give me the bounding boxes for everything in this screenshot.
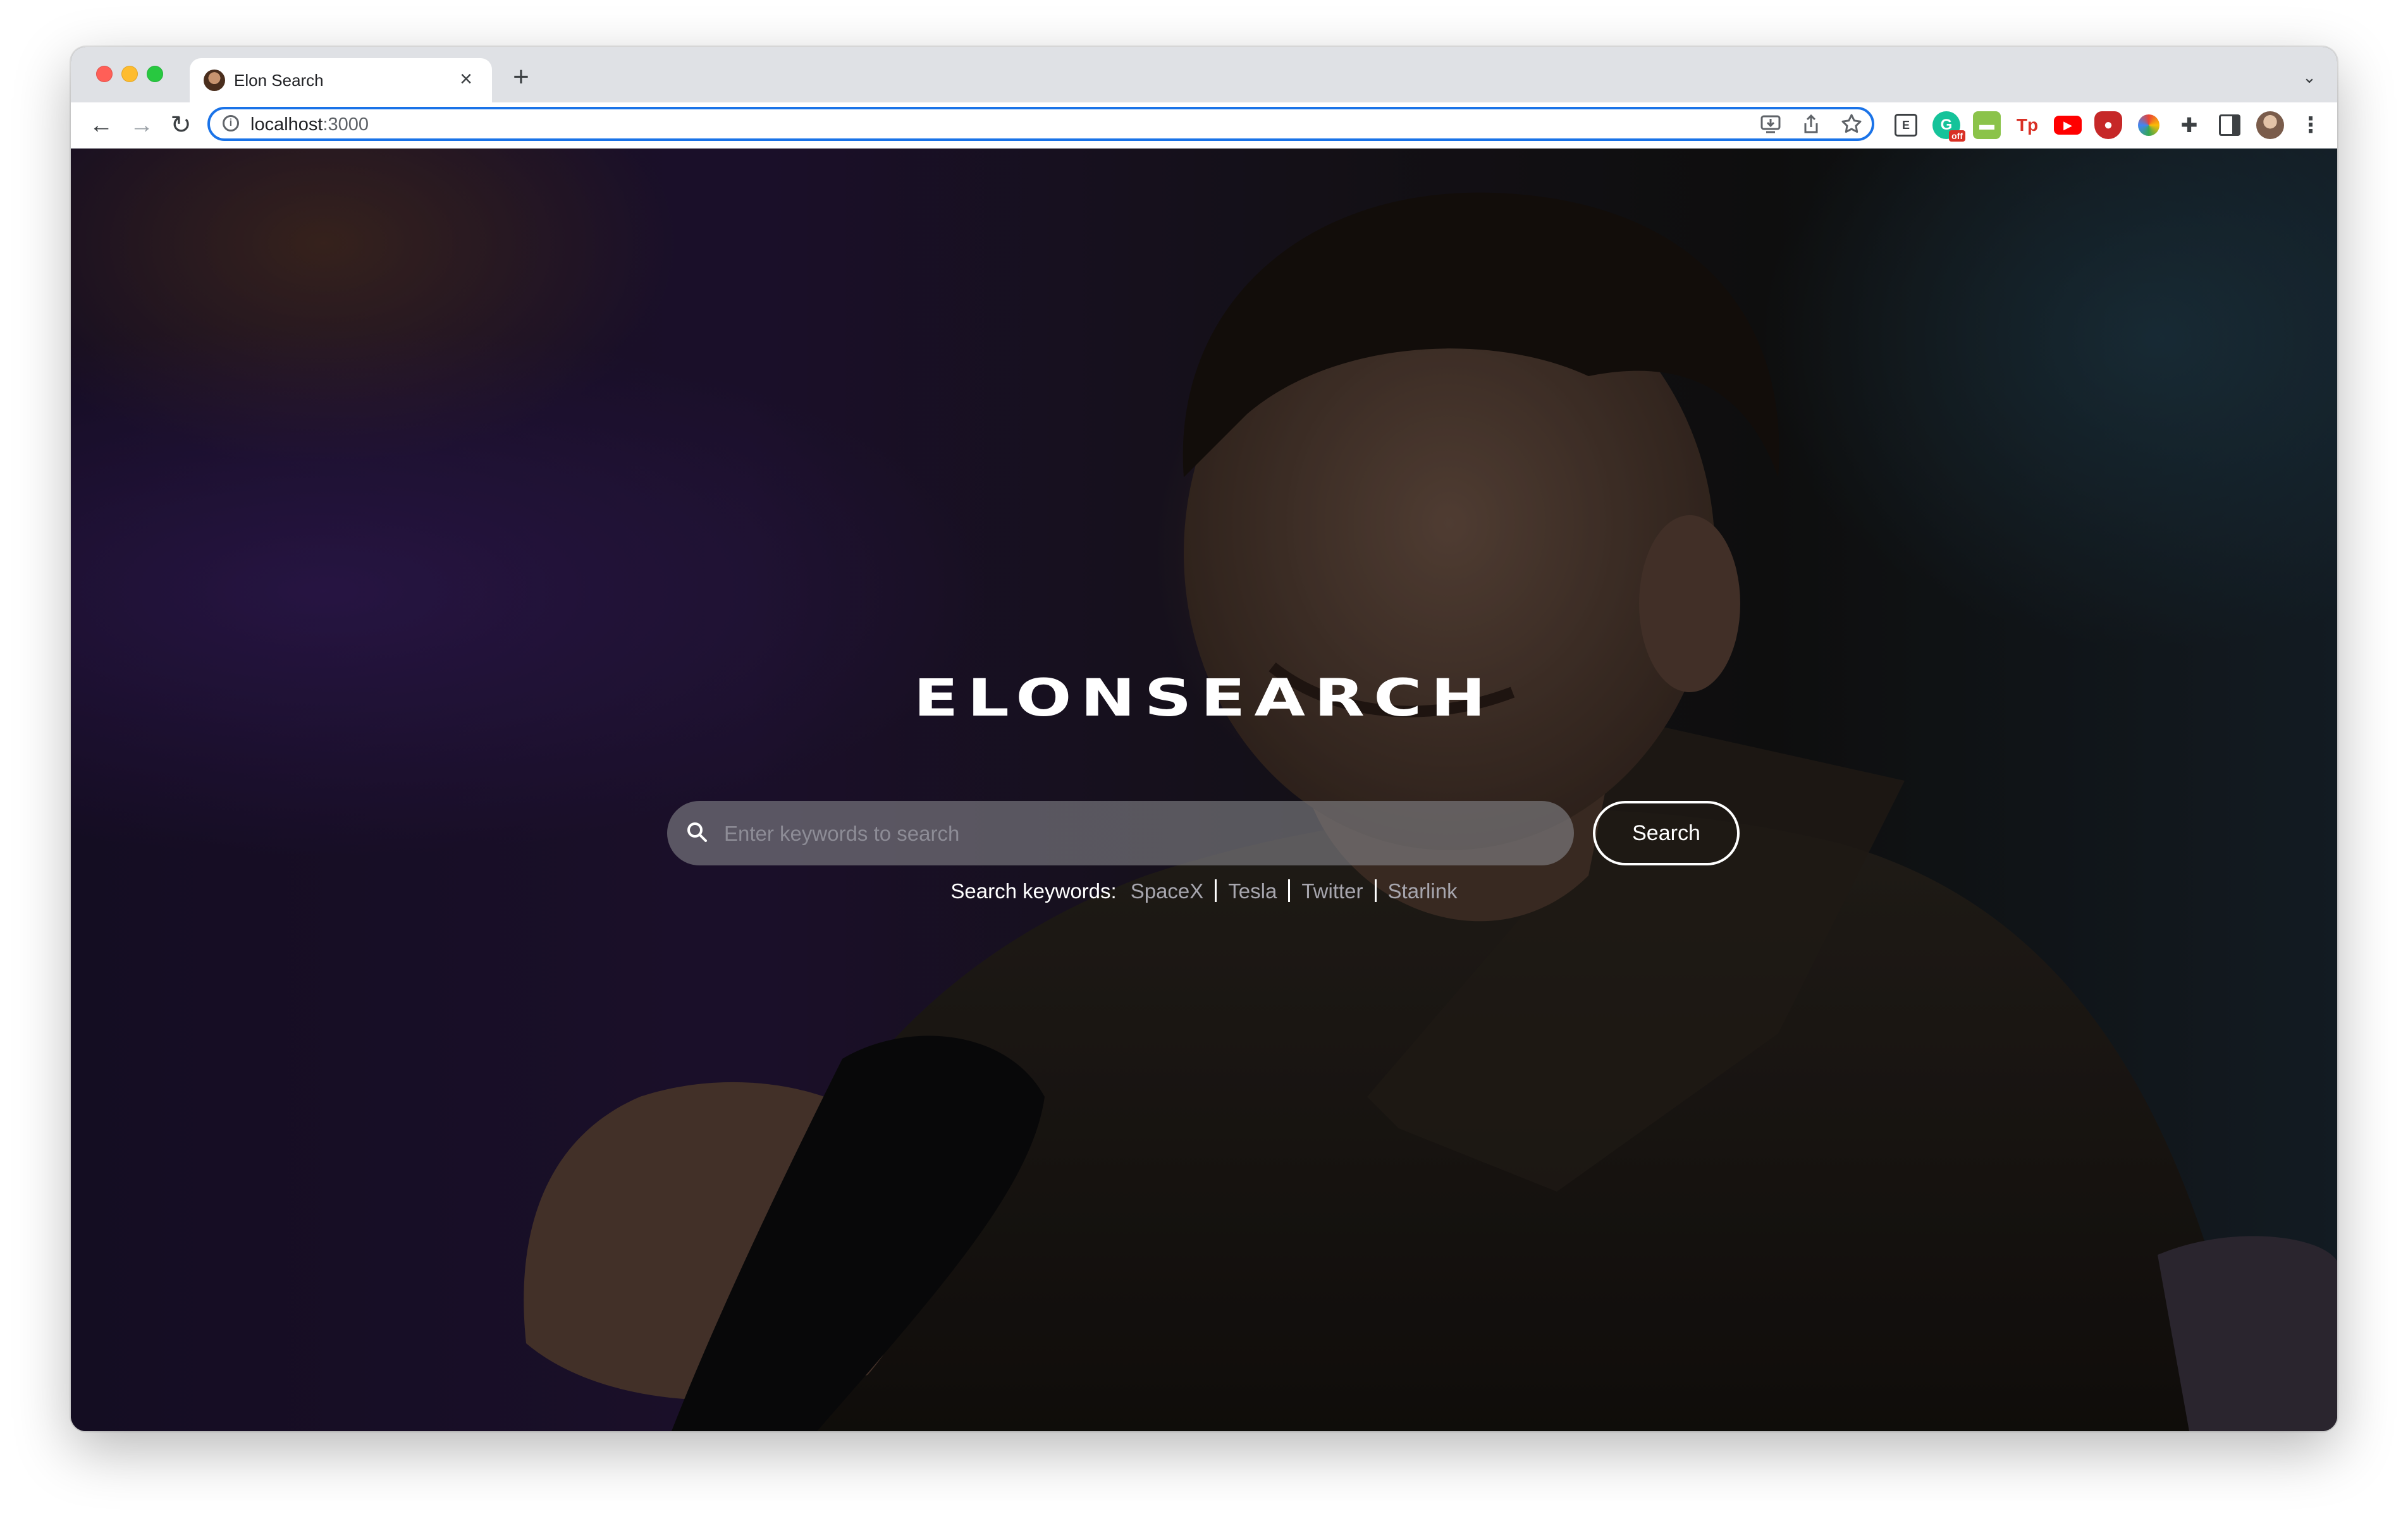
keyword-divider	[1374, 879, 1377, 902]
browser-window: Elon Search × + ⌄ ← → ↻ i localhost:3000	[71, 47, 2337, 1431]
keyword-link-starlink[interactable]: Starlink	[1388, 879, 1458, 903]
search-input[interactable]	[723, 801, 1547, 867]
extension-icons: E Goff ▬ Tp ▶ ● ✚ ⋮	[1892, 111, 2325, 142]
hero-page: ELONSEARCH Search Search keywords: SpaceX…	[71, 149, 2337, 1431]
search-button[interactable]: Search	[1593, 801, 1740, 865]
tp-extension-icon[interactable]: Tp	[2013, 111, 2041, 139]
keyword-divider	[1288, 879, 1291, 902]
search-row: Search	[667, 801, 1742, 867]
keyword-link-twitter[interactable]: Twitter	[1301, 879, 1363, 903]
minimize-window-button[interactable]	[121, 66, 138, 82]
tab-elon-search[interactable]: Elon Search ×	[190, 58, 492, 102]
green-extension-icon[interactable]: ▬	[1973, 111, 2001, 139]
tab-favicon-icon	[204, 70, 225, 91]
profile-avatar[interactable]	[2256, 111, 2284, 139]
bookmark-star-icon[interactable]	[1840, 113, 1863, 136]
search-keywords: Search keywords: SpaceX Tesla Twitter Starli…	[71, 879, 2337, 903]
color-picker-icon[interactable]	[2138, 114, 2159, 136]
menu-icon[interactable]: ⋮	[2297, 111, 2325, 139]
extensions-puzzle-icon[interactable]: ✚	[2175, 111, 2203, 139]
hero-overlay	[71, 149, 2337, 1431]
share-icon[interactable]	[1800, 113, 1822, 136]
search-icon	[687, 822, 707, 842]
side-panel-icon[interactable]	[2219, 114, 2240, 136]
keyword-link-spacex[interactable]: SpaceX	[1131, 879, 1204, 903]
address-bar-actions	[1759, 113, 1863, 136]
elonsearch-logo: ELONSEARCH	[913, 668, 1495, 728]
tab-search-chevron-down-icon[interactable]: ⌄	[2297, 64, 2322, 90]
tab-strip: Elon Search × + ⌄	[71, 47, 2337, 102]
ublock-icon[interactable]: ●	[2094, 111, 2122, 139]
url-host: localhost	[250, 114, 323, 135]
url-text[interactable]: localhost:3000	[250, 114, 369, 135]
maximize-window-button[interactable]	[147, 66, 163, 82]
tab-title: Elon Search	[234, 71, 324, 90]
keyword-divider	[1215, 879, 1217, 902]
forward-arrow-icon[interactable]: →	[128, 111, 156, 139]
search-box[interactable]	[667, 801, 1574, 867]
search-keywords-label: Search keywords:	[950, 879, 1117, 903]
tab-close-icon[interactable]: ×	[454, 67, 478, 91]
site-info-icon[interactable]: i	[223, 115, 239, 131]
keyword-link-tesla[interactable]: Tesla	[1228, 879, 1277, 903]
reload-icon[interactable]: ↻	[167, 111, 195, 139]
new-tab-button[interactable]: +	[507, 63, 535, 91]
back-arrow-icon[interactable]: ←	[87, 111, 115, 139]
address-bar[interactable]: i localhost:3000	[207, 107, 1874, 141]
close-window-button[interactable]	[96, 66, 113, 82]
reader-icon[interactable]: E	[1895, 114, 1917, 137]
install-app-icon[interactable]	[1759, 113, 1782, 136]
youtube-extension-icon[interactable]: ▶	[2054, 116, 2082, 135]
browser-toolbar: ← → ↻ i localhost:3000 E Goff ▬ Tp ▶ ● ✚…	[71, 102, 2337, 149]
grammarly-off-badge: off	[1949, 130, 1965, 142]
url-port: :3000	[322, 114, 369, 135]
grammarly-icon[interactable]: Goff	[1932, 111, 1965, 142]
